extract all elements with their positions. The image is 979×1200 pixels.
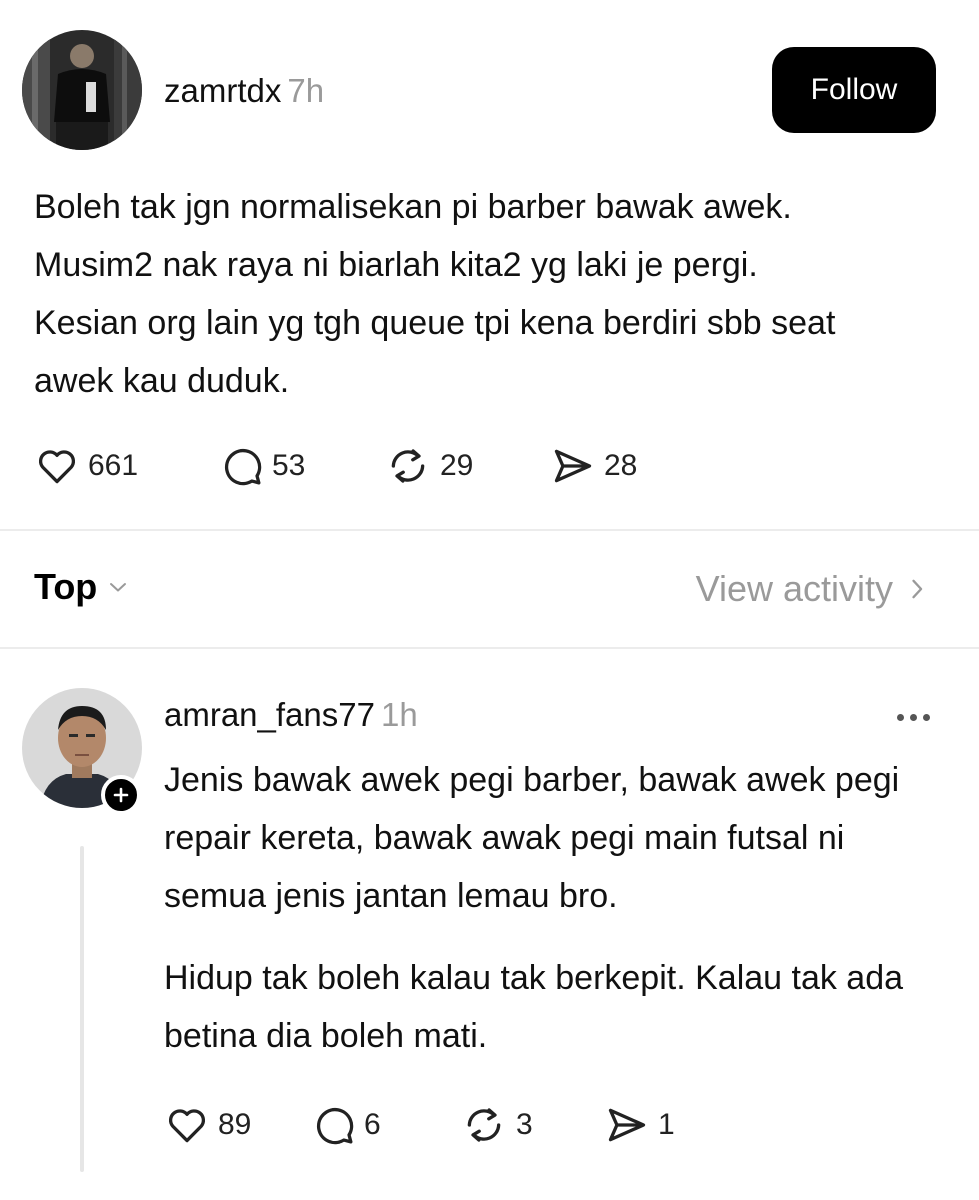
view-activity-label: View activity xyxy=(695,568,893,609)
reply-like-button[interactable]: 89 xyxy=(164,1103,312,1147)
comment-bubble-icon xyxy=(224,448,262,486)
repost-button[interactable]: 29 xyxy=(384,444,550,488)
repost-icon xyxy=(467,1108,501,1142)
reply-repost-count: 3 xyxy=(516,1108,533,1141)
reply-paragraph: Hidup tak boleh kalau tak berkepit. Kala… xyxy=(164,959,904,1055)
reply-username[interactable]: amran_fans77 xyxy=(164,696,375,733)
reply-timestamp: 1h xyxy=(380,696,418,733)
reply-comment-button[interactable]: 6 xyxy=(312,1103,460,1147)
send-icon xyxy=(554,449,592,483)
reply-share-count: 1 xyxy=(658,1108,675,1141)
reply-like-count: 89 xyxy=(218,1108,252,1141)
comment-button[interactable]: 53 xyxy=(220,444,384,488)
reply-paragraph: Jenis bawak awek pegi barber, bawak awek… xyxy=(164,761,900,915)
chevron-right-icon xyxy=(912,579,923,599)
divider xyxy=(0,647,979,649)
share-button[interactable]: 28 xyxy=(550,444,670,488)
heart-icon xyxy=(38,450,76,484)
post-username[interactable]: zamrtdx xyxy=(164,72,281,109)
comment-bubble-icon xyxy=(316,1107,354,1145)
send-icon xyxy=(608,1108,646,1142)
reply-comment-count: 6 xyxy=(364,1108,381,1141)
plus-icon xyxy=(113,787,129,803)
repost-count: 29 xyxy=(440,449,474,482)
more-dot xyxy=(922,713,930,721)
thread-line xyxy=(80,846,84,1172)
post-text: Boleh tak jgn normalisekan pi barber baw… xyxy=(34,188,836,400)
post-author-row: zamrtdx 7h xyxy=(164,72,324,110)
post-actions: 661 53 29 28 xyxy=(34,442,670,490)
view-activity-link[interactable]: View activity xyxy=(696,568,931,610)
share-count: 28 xyxy=(604,449,638,482)
repost-icon xyxy=(391,449,425,483)
reply-body: Jenis bawak awek pegi barber, bawak awek… xyxy=(164,751,949,1065)
more-dot xyxy=(896,713,904,721)
like-count: 661 xyxy=(88,449,139,482)
follow-badge[interactable] xyxy=(101,775,141,815)
post-body: Boleh tak jgn normalisekan pi barber baw… xyxy=(34,178,854,410)
sort-label: Top xyxy=(34,566,98,607)
reply-actions: 89 6 3 1 xyxy=(164,1101,704,1149)
follow-button[interactable]: Follow xyxy=(772,47,936,133)
post-author-avatar[interactable] xyxy=(22,30,142,150)
reply-author-row: amran_fans77 1h xyxy=(164,696,418,734)
chevron-down-icon xyxy=(110,583,127,592)
more-dot xyxy=(909,713,917,721)
sort-dropdown[interactable]: Top xyxy=(34,566,133,608)
post-timestamp: 7h xyxy=(287,72,325,109)
comment-count: 53 xyxy=(272,449,306,482)
more-dots-icon[interactable] xyxy=(886,697,940,737)
heart-icon xyxy=(168,1109,206,1143)
reply-repost-button[interactable]: 3 xyxy=(460,1103,604,1147)
like-button[interactable]: 661 xyxy=(34,444,220,488)
reply-share-button[interactable]: 1 xyxy=(604,1103,704,1147)
divider xyxy=(0,529,979,531)
